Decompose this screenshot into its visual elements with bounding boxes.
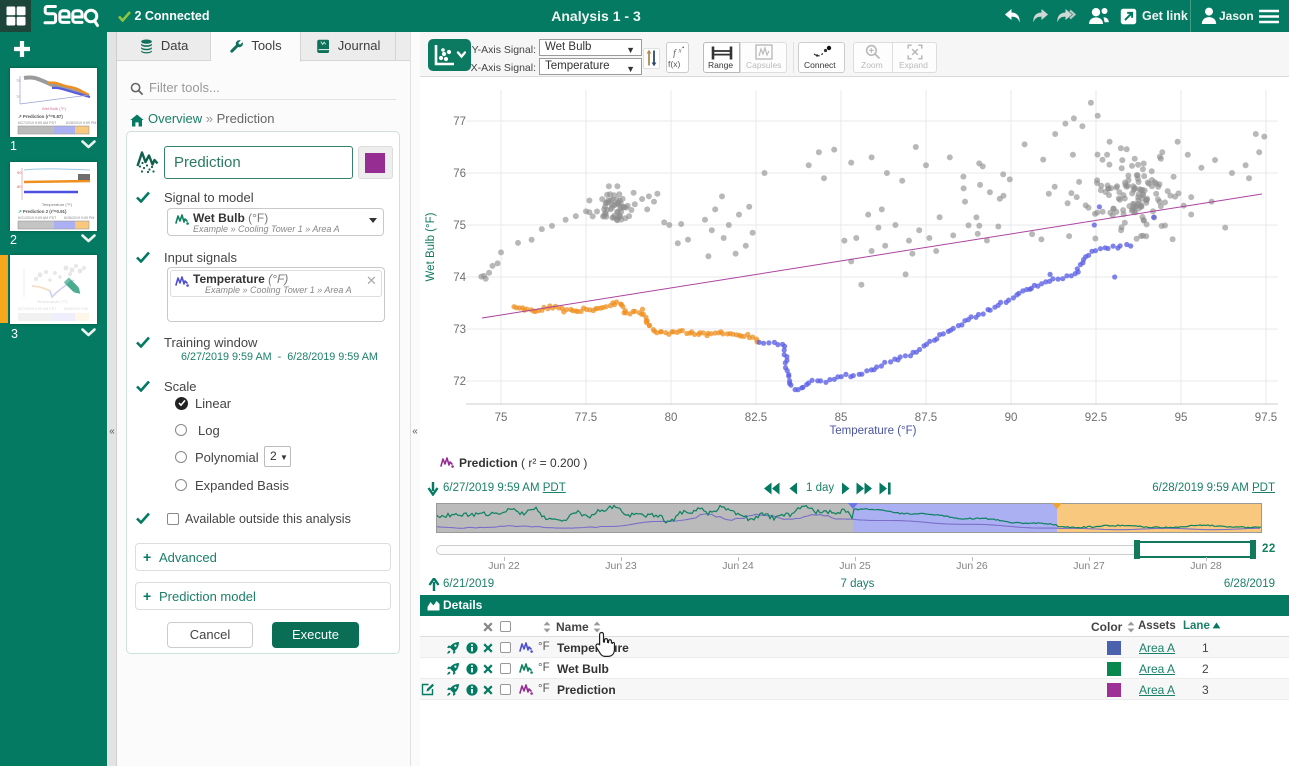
svg-text:6/28/2019 9:59: 6/28/2019 9:59 (64, 307, 88, 311)
svg-text:f: f (673, 49, 677, 59)
svg-text:6/28/2019 9:59 PM: 6/28/2019 9:59 PM (66, 121, 96, 125)
svg-text:Wet Bulb (°F): Wet Bulb (°F) (42, 106, 67, 111)
svg-text:↗ Prediction 2 (r²=0.91): ↗ Prediction 2 (r²=0.91) (18, 209, 67, 214)
svg-text:70: 70 (16, 94, 21, 99)
svg-text:75: 75 (16, 78, 21, 83)
svg-text:6/27/2019 9:59 AM PDT: 6/27/2019 9:59 AM PDT (18, 121, 57, 125)
svg-text:↗ Prediction (r²=0.87): ↗ Prediction (r²=0.87) (18, 114, 63, 119)
svg-text:6/21/2019 9:59 AM PDT: 6/21/2019 9:59 AM PDT (18, 216, 57, 220)
svg-text:Temperature (°F): Temperature (°F) (37, 299, 68, 304)
svg-text:Temperature (°F): Temperature (°F) (42, 202, 73, 207)
svg-text:80: 80 (17, 184, 22, 189)
svg-text:x: x (678, 47, 683, 55)
svg-text:6/27/2019 9:59 AM PDT: 6/27/2019 9:59 AM PDT (18, 307, 57, 311)
svg-text:90: 90 (17, 170, 22, 175)
svg-text:6/28/2019 9:59 PM: 6/28/2019 9:59 PM (64, 216, 94, 220)
